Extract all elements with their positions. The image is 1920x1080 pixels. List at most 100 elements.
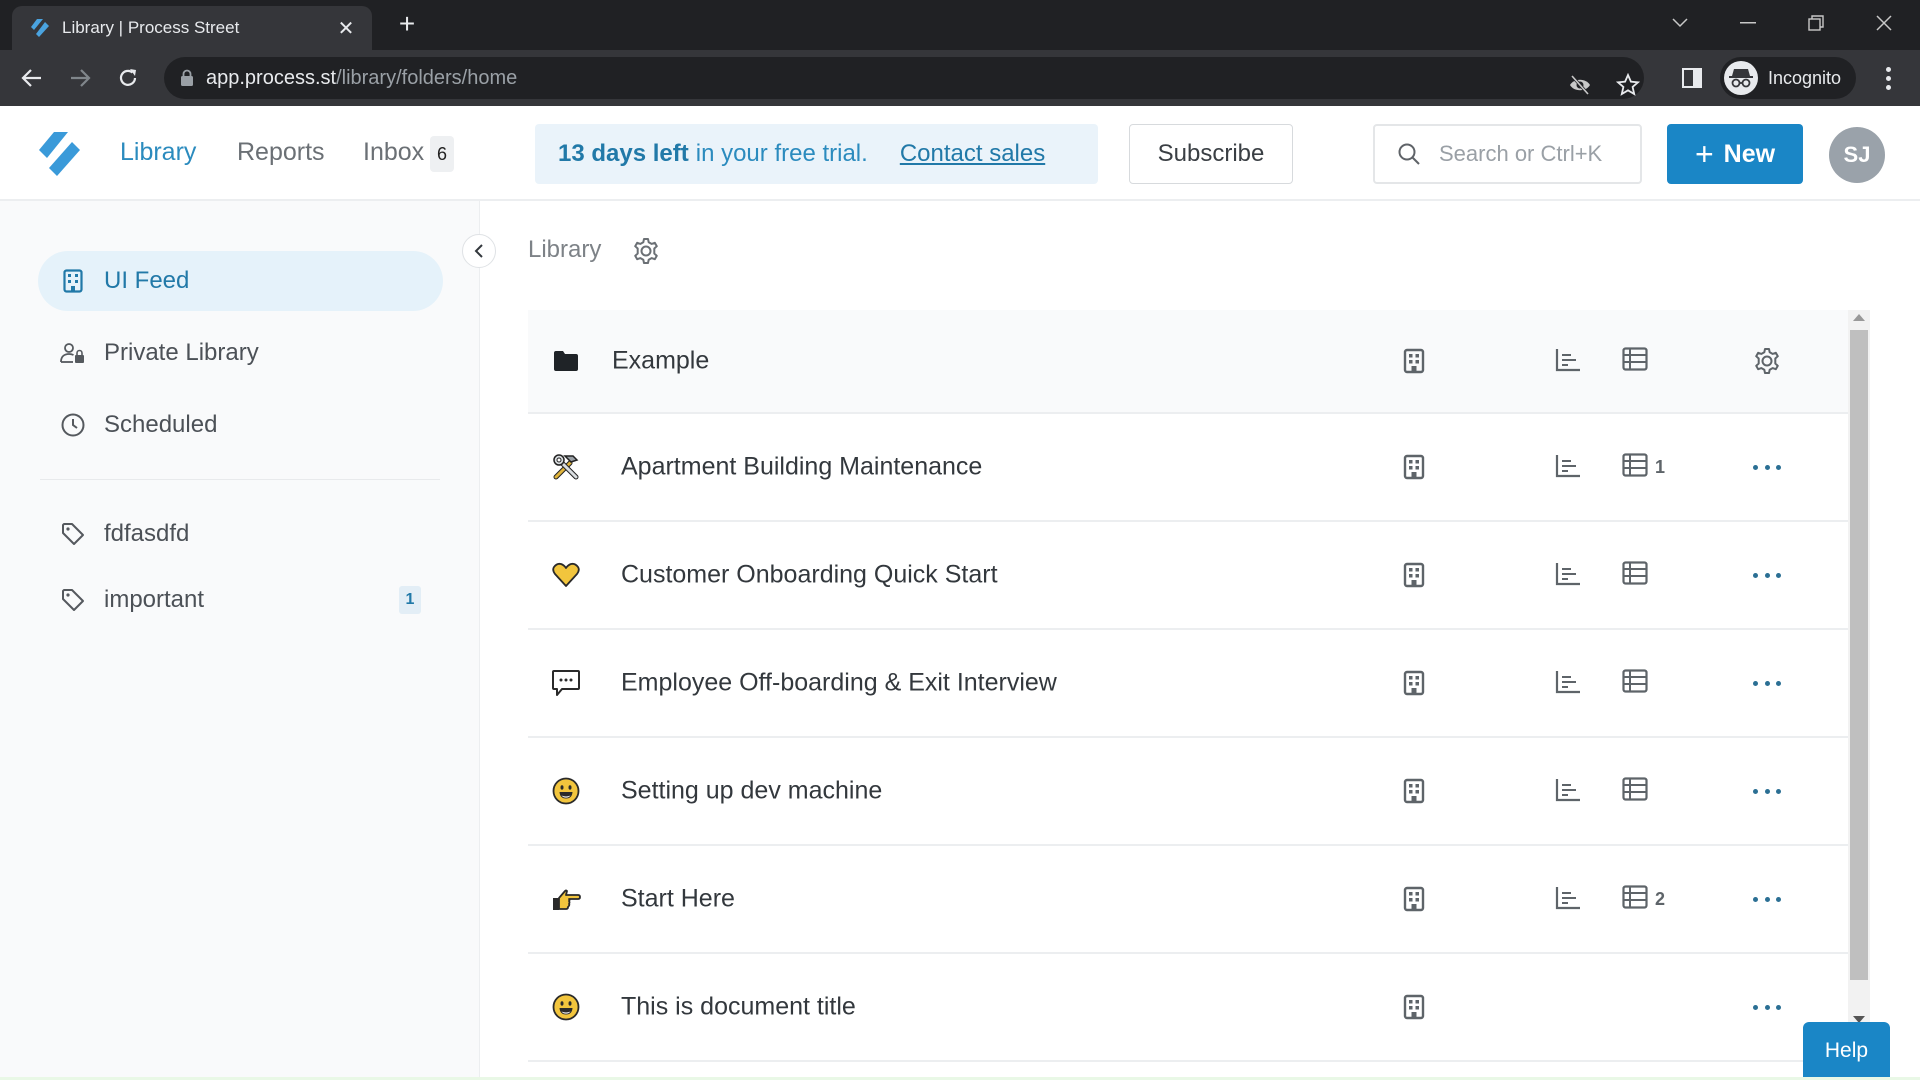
table-icon	[1622, 560, 1648, 590]
new-button[interactable]: + New	[1667, 124, 1803, 184]
row-title[interactable]: This is document title	[621, 993, 856, 1022]
share-building-icon[interactable]	[1403, 778, 1429, 804]
share-building-icon[interactable]	[1403, 994, 1429, 1020]
process-street-favicon-icon	[31, 19, 49, 37]
app-header: Library Reports Inbox 6 13 days left in …	[0, 106, 1920, 201]
contact-sales-link[interactable]: Contact sales	[900, 140, 1045, 168]
trial-text: in your free trial.	[695, 140, 868, 167]
more-options-icon[interactable]	[1753, 1005, 1781, 1015]
search-input[interactable]	[1439, 141, 1629, 167]
more-options-icon[interactable]	[1753, 897, 1781, 907]
minimize-icon[interactable]	[1718, 6, 1778, 40]
browser-tab-strip: Library | Process Street ✕ +	[0, 0, 1920, 50]
forward-button[interactable]	[62, 60, 98, 96]
sidebar: UI Feed Private Library Scheduled fdfasd…	[0, 201, 480, 1080]
back-button[interactable]	[14, 60, 50, 96]
browser-tab[interactable]: Library | Process Street ✕	[12, 6, 372, 50]
template-row[interactable]: Apartment Building Maintenance 1	[528, 414, 1848, 522]
user-avatar[interactable]: SJ	[1829, 127, 1885, 183]
reports-chart-icon[interactable]	[1554, 885, 1582, 913]
row-title[interactable]: Apartment Building Maintenance	[621, 453, 982, 482]
tag-icon	[60, 521, 86, 547]
row-title[interactable]: Start Here	[621, 885, 735, 914]
more-options-icon[interactable]	[1753, 789, 1781, 799]
table-count: 1	[1655, 456, 1666, 477]
browser-toolbar: app.process.st/library/folders/home Inco…	[0, 50, 1920, 106]
template-row[interactable]: Setting up dev machine	[528, 738, 1848, 846]
tag-count-badge: 1	[399, 586, 421, 614]
nav-library[interactable]: Library	[120, 138, 196, 167]
side-panel-icon[interactable]	[1676, 62, 1708, 94]
share-building-icon[interactable]	[1403, 562, 1429, 588]
browser-menu-icon[interactable]	[1872, 62, 1904, 94]
scroll-up-arrow-icon[interactable]	[1853, 314, 1865, 321]
share-building-icon[interactable]	[1403, 348, 1429, 374]
sidebar-item-scheduled[interactable]: Scheduled	[38, 395, 443, 455]
data-set-table-button[interactable]	[1622, 346, 1648, 375]
folder-row[interactable]: Example	[528, 310, 1848, 414]
smiley-icon	[550, 991, 582, 1023]
share-building-icon[interactable]	[1403, 454, 1429, 480]
row-title[interactable]: Setting up dev machine	[621, 777, 882, 806]
tag-icon	[60, 587, 86, 613]
reports-chart-icon[interactable]	[1554, 669, 1582, 697]
nav-inbox[interactable]: Inbox	[363, 138, 424, 167]
speech-bubble-icon	[550, 667, 582, 699]
scrollbar-thumb[interactable]	[1850, 330, 1868, 980]
tab-title: Library | Process Street	[62, 18, 240, 37]
library-settings-gear-icon[interactable]	[632, 237, 660, 265]
reload-button[interactable]	[110, 60, 146, 96]
new-button-label: New	[1723, 139, 1776, 168]
reports-chart-icon[interactable]	[1554, 561, 1582, 589]
address-bar[interactable]: app.process.st/library/folders/home	[164, 57, 1644, 99]
incognito-profile-button[interactable]: Incognito	[1720, 57, 1856, 99]
tab-search-chevron-icon[interactable]	[1650, 6, 1710, 40]
plus-icon: +	[1694, 136, 1714, 172]
breadcrumb-library[interactable]: Library	[528, 236, 601, 264]
template-row[interactable]: Customer Onboarding Quick Start	[528, 522, 1848, 630]
search-box[interactable]	[1373, 124, 1642, 184]
close-window-icon[interactable]	[1854, 6, 1914, 40]
smiley-icon	[550, 775, 582, 807]
more-options-icon[interactable]	[1753, 465, 1781, 475]
share-building-icon[interactable]	[1403, 886, 1429, 912]
nav-reports[interactable]: Reports	[237, 138, 325, 167]
share-building-icon[interactable]	[1403, 670, 1429, 696]
row-title[interactable]: Example	[612, 347, 709, 376]
more-options-icon[interactable]	[1753, 573, 1781, 583]
search-icon	[1398, 143, 1420, 165]
template-row[interactable]: Employee Off-boarding & Exit Interview	[528, 630, 1848, 738]
tracking-eye-off-icon[interactable]	[1564, 69, 1596, 101]
data-set-table-button[interactable]	[1622, 668, 1648, 697]
bookmark-star-icon[interactable]	[1612, 69, 1644, 101]
library-list: Example Apartment Building Maintenance 1 Cu…	[528, 310, 1848, 1062]
reports-chart-icon[interactable]	[1554, 347, 1582, 375]
collapse-sidebar-button[interactable]	[462, 234, 496, 268]
data-set-table-button[interactable]	[1622, 560, 1648, 590]
row-title[interactable]: Customer Onboarding Quick Start	[621, 561, 998, 590]
sidebar-tag-fdfasdfd[interactable]: fdfasdfd	[38, 504, 443, 564]
process-street-logo-icon[interactable]	[34, 128, 84, 178]
close-tab-icon[interactable]: ✕	[334, 16, 358, 41]
reports-chart-icon[interactable]	[1554, 453, 1582, 481]
data-set-table-button[interactable]	[1622, 776, 1648, 805]
sidebar-tag-important[interactable]: important 1	[38, 570, 443, 630]
table-icon	[1622, 884, 1648, 914]
subscribe-button[interactable]: Subscribe	[1129, 124, 1293, 184]
url-text: app.process.st/library/folders/home	[206, 66, 518, 89]
trial-days-left: 13 days left	[558, 140, 689, 167]
row-title[interactable]: Employee Off-boarding & Exit Interview	[621, 669, 1057, 698]
folder-settings-gear-icon[interactable]	[1753, 347, 1781, 375]
new-tab-button[interactable]: +	[390, 8, 424, 42]
template-row[interactable]: This is document title	[528, 954, 1848, 1062]
data-set-table-button[interactable]: 1	[1622, 452, 1666, 481]
sidebar-item-private-library[interactable]: Private Library	[38, 323, 443, 383]
template-row[interactable]: Start Here 2	[528, 846, 1848, 954]
help-button[interactable]: Help	[1803, 1022, 1890, 1080]
reports-chart-icon[interactable]	[1554, 777, 1582, 805]
data-set-table-button[interactable]: 2	[1622, 884, 1665, 914]
sidebar-item-ui-feed[interactable]: UI Feed	[38, 251, 443, 311]
tag-label: fdfasdfd	[104, 520, 190, 547]
more-options-icon[interactable]	[1753, 681, 1781, 691]
restore-icon[interactable]	[1786, 6, 1846, 40]
